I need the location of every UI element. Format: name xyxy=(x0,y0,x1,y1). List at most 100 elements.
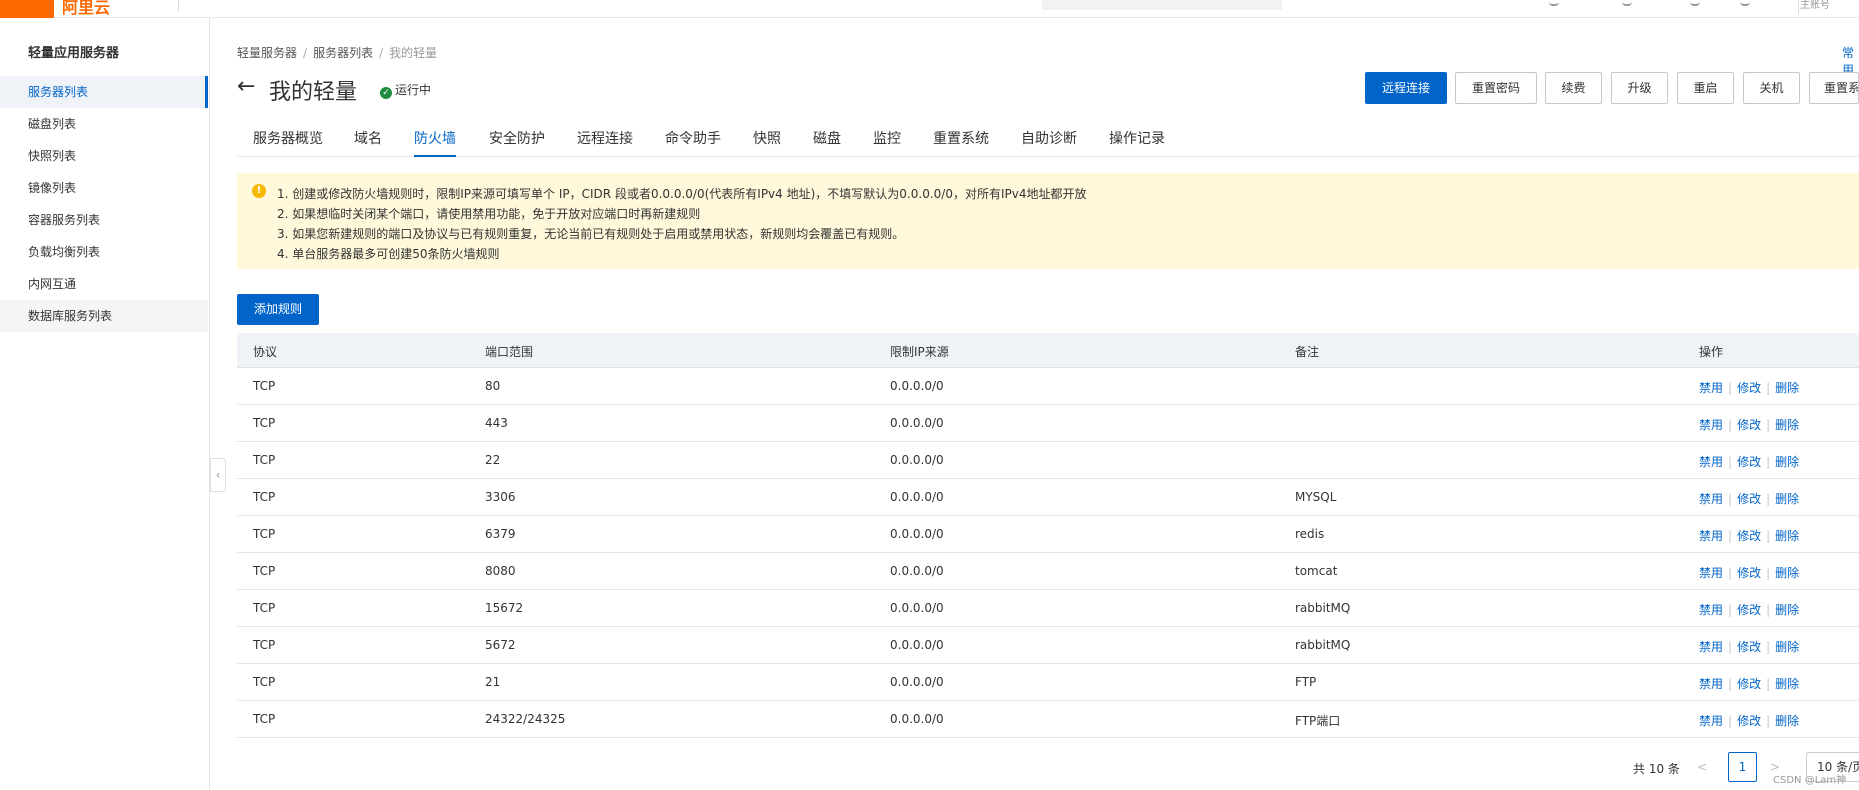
bell-icon[interactable] xyxy=(1549,0,1559,6)
delete-button[interactable]: 删除 xyxy=(1775,714,1799,728)
delete-button[interactable]: 删除 xyxy=(1775,455,1799,469)
account-menu[interactable]: 主账号 xyxy=(1800,0,1830,11)
cell-protocol: TCP xyxy=(253,601,276,615)
divider: | xyxy=(1766,381,1771,395)
edit-button[interactable]: 修改 xyxy=(1737,529,1761,543)
table-row: TCP 5672 0.0.0.0/0 rabbitMQ 禁用 | 修改 | 删除 xyxy=(237,627,1859,664)
tab-monitor[interactable]: 监控 xyxy=(873,128,901,157)
divider: | xyxy=(1728,714,1733,728)
globe-icon[interactable] xyxy=(1740,0,1750,6)
delete-button[interactable]: 删除 xyxy=(1775,566,1799,580)
edit-button[interactable]: 修改 xyxy=(1737,603,1761,617)
cell-port: 8080 xyxy=(485,564,516,578)
cell-source: 0.0.0.0/0 xyxy=(890,527,944,541)
delete-button[interactable]: 删除 xyxy=(1775,492,1799,506)
edit-button[interactable]: 修改 xyxy=(1737,677,1761,691)
sidebar-item-server-list[interactable]: 服务器列表 xyxy=(0,76,208,108)
cell-port: 6379 xyxy=(485,527,516,541)
edit-button[interactable]: 修改 xyxy=(1737,455,1761,469)
divider xyxy=(178,0,179,12)
cell-protocol: TCP xyxy=(253,490,276,504)
delete-button[interactable]: 删除 xyxy=(1775,640,1799,654)
cart-icon[interactable] xyxy=(1622,0,1632,6)
back-arrow-icon[interactable]: ← xyxy=(237,76,255,98)
disable-button[interactable]: 禁用 xyxy=(1699,566,1723,580)
page-title: 我的轻量 xyxy=(269,80,358,105)
watermark: CSDN @Lam神 xyxy=(1773,775,1847,786)
notice-line: 3. 如果您新建规则的端口及协议与已有规则重复，无论当前已有规则处于启用或禁用状… xyxy=(277,227,905,241)
table-row: TCP 3306 0.0.0.0/0 MYSQL 禁用 | 修改 | 删除 xyxy=(237,479,1859,516)
divider: | xyxy=(1766,492,1771,506)
tab-firewall[interactable]: 防火墙 xyxy=(414,128,456,157)
divider xyxy=(1798,0,1799,14)
cell-protocol: TCP xyxy=(253,527,276,541)
reset-password-button[interactable]: 重置密码 xyxy=(1455,72,1537,104)
disable-button[interactable]: 禁用 xyxy=(1699,529,1723,543)
delete-button[interactable]: 删除 xyxy=(1775,381,1799,395)
edit-button[interactable]: 修改 xyxy=(1737,492,1761,506)
edit-button[interactable]: 修改 xyxy=(1737,566,1761,580)
cell-port: 443 xyxy=(485,416,508,430)
help-icon[interactable] xyxy=(1690,0,1700,6)
tab-remote-connect[interactable]: 远程连接 xyxy=(577,128,633,157)
disable-button[interactable]: 禁用 xyxy=(1699,381,1723,395)
disable-button[interactable]: 禁用 xyxy=(1699,418,1723,432)
row-actions: 禁用 | 修改 | 删除 xyxy=(1699,675,1799,692)
delete-button[interactable]: 删除 xyxy=(1775,418,1799,432)
page-number-button[interactable]: 1 xyxy=(1728,752,1757,782)
breadcrumb-root[interactable]: 轻量服务器 xyxy=(237,46,297,60)
tab-domain[interactable]: 域名 xyxy=(354,128,382,157)
edit-button[interactable]: 修改 xyxy=(1737,381,1761,395)
sidebar-item-snapshot-list[interactable]: 快照列表 xyxy=(0,140,208,172)
sidebar-item-slb-list[interactable]: 负载均衡列表 xyxy=(0,236,208,268)
reset-system-button[interactable]: 重置系统 xyxy=(1809,72,1859,104)
sidebar-item-image-list[interactable]: 镜像列表 xyxy=(0,172,208,204)
divider: | xyxy=(1728,381,1733,395)
menu-button[interactable] xyxy=(0,0,54,18)
collapse-sidebar-button[interactable]: ‹ xyxy=(210,458,226,492)
sidebar-item-database-list[interactable]: 数据库服务列表 xyxy=(0,300,208,332)
disable-button[interactable]: 禁用 xyxy=(1699,640,1723,654)
sidebar-item-container-list[interactable]: 容器服务列表 xyxy=(0,204,208,236)
row-actions: 禁用 | 修改 | 删除 xyxy=(1699,601,1799,618)
search-input[interactable] xyxy=(1042,0,1282,10)
delete-button[interactable]: 删除 xyxy=(1775,603,1799,617)
disable-button[interactable]: 禁用 xyxy=(1699,492,1723,506)
shutdown-button[interactable]: 关机 xyxy=(1743,72,1800,104)
brand-logo[interactable]: 阿里云 xyxy=(62,0,110,18)
delete-button[interactable]: 删除 xyxy=(1775,529,1799,543)
disable-button[interactable]: 禁用 xyxy=(1699,603,1723,617)
tab-reset-system[interactable]: 重置系统 xyxy=(933,128,989,157)
tab-self-diagnosis[interactable]: 自助诊断 xyxy=(1021,128,1077,157)
add-rule-button[interactable]: 添加规则 xyxy=(237,294,319,325)
remote-connect-button[interactable]: 远程连接 xyxy=(1365,72,1447,104)
cell-source: 0.0.0.0/0 xyxy=(890,379,944,393)
row-actions: 禁用 | 修改 | 删除 xyxy=(1699,564,1799,581)
tab-overview[interactable]: 服务器概览 xyxy=(253,128,323,157)
cell-source: 0.0.0.0/0 xyxy=(890,675,944,689)
tab-command-assistant[interactable]: 命令助手 xyxy=(665,128,721,157)
table-row: TCP 443 0.0.0.0/0 禁用 | 修改 | 删除 xyxy=(237,405,1859,442)
breadcrumb-list[interactable]: 服务器列表 xyxy=(313,46,373,60)
disable-button[interactable]: 禁用 xyxy=(1699,714,1723,728)
divider: | xyxy=(1728,677,1733,691)
tab-snapshot[interactable]: 快照 xyxy=(753,128,781,157)
table-row: TCP 21 0.0.0.0/0 FTP 禁用 | 修改 | 删除 xyxy=(237,664,1859,701)
delete-button[interactable]: 删除 xyxy=(1775,677,1799,691)
edit-button[interactable]: 修改 xyxy=(1737,418,1761,432)
upgrade-button[interactable]: 升级 xyxy=(1611,72,1668,104)
cell-note: rabbitMQ xyxy=(1295,601,1351,615)
tab-operation-log[interactable]: 操作记录 xyxy=(1109,128,1165,157)
prev-page-button[interactable]: < xyxy=(1697,760,1707,774)
cell-protocol: TCP xyxy=(253,453,276,467)
tab-disk[interactable]: 磁盘 xyxy=(813,128,841,157)
sidebar-item-intranet[interactable]: 内网互通 xyxy=(0,268,208,300)
edit-button[interactable]: 修改 xyxy=(1737,640,1761,654)
disable-button[interactable]: 禁用 xyxy=(1699,677,1723,691)
edit-button[interactable]: 修改 xyxy=(1737,714,1761,728)
disable-button[interactable]: 禁用 xyxy=(1699,455,1723,469)
tab-security[interactable]: 安全防护 xyxy=(489,128,545,157)
restart-button[interactable]: 重启 xyxy=(1677,72,1734,104)
renew-button[interactable]: 续费 xyxy=(1545,72,1602,104)
sidebar-item-disk-list[interactable]: 磁盘列表 xyxy=(0,108,208,140)
